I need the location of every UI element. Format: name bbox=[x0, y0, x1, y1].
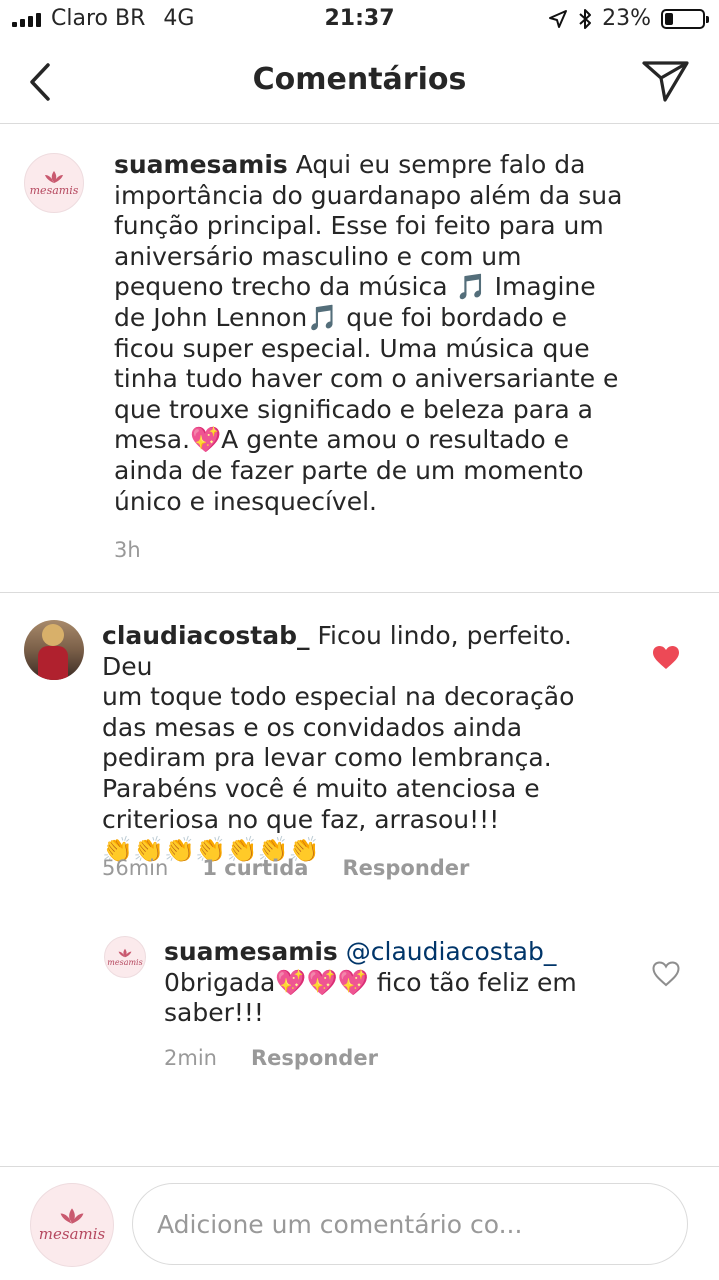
comment-username[interactable]: claudiacostab_ bbox=[102, 621, 309, 650]
comment-time: 3h bbox=[114, 538, 141, 562]
send-button[interactable] bbox=[641, 58, 691, 104]
comment-line: pequeno trecho da música 🎵 Imagine bbox=[114, 272, 596, 302]
comment-line: Aqui eu sempre falo da bbox=[295, 150, 586, 179]
lotus-logo-icon bbox=[118, 948, 132, 957]
avatar-photo-hair bbox=[42, 624, 64, 646]
divider bbox=[0, 592, 719, 593]
comment-meta: 56min 1 curtida Responder bbox=[102, 856, 469, 880]
reply-button[interactable]: Responder bbox=[251, 1046, 378, 1070]
comment-line: Parabéns você é muito atenciosa e bbox=[102, 773, 540, 803]
avatar[interactable]: mesamis bbox=[104, 936, 146, 978]
lotus-logo-icon bbox=[60, 1208, 84, 1224]
comment-line: ficou super especial. Uma música que bbox=[114, 333, 590, 363]
like-button[interactable] bbox=[652, 961, 680, 987]
comment-line: tinha tudo haver com o aniversariante e bbox=[114, 364, 619, 394]
comment-line: aniversário masculino e com um bbox=[114, 241, 522, 271]
comment-username[interactable]: suamesamis bbox=[164, 937, 338, 966]
avatar-logo-text: mesamis bbox=[38, 1225, 106, 1243]
comment-line: mesa.💖A gente amou o resultado e bbox=[114, 425, 569, 455]
battery-level bbox=[665, 12, 673, 25]
heart-filled-icon bbox=[653, 646, 679, 669]
battery-percent: 23% bbox=[602, 6, 651, 31]
avatar: mesamis bbox=[30, 1183, 114, 1267]
paper-plane-icon bbox=[642, 61, 689, 102]
comment-composer: mesamis Adicione um comentário co... bbox=[0, 1166, 719, 1280]
comment-meta: 3h bbox=[114, 538, 141, 562]
comment-input-placeholder: Adicione um comentário co... bbox=[157, 1209, 523, 1239]
bluetooth-icon bbox=[579, 8, 592, 29]
comment-username[interactable]: suamesamis bbox=[114, 150, 288, 179]
comment-line: pediram pra levar como lembrança. bbox=[102, 743, 552, 773]
avatar-logo-text: mesamis bbox=[107, 957, 143, 967]
comment-time: 2min bbox=[164, 1046, 217, 1070]
location-arrow-icon bbox=[549, 9, 568, 28]
likes-count-link[interactable]: 1 curtida bbox=[202, 856, 308, 880]
comment-line: único e inesquecível. bbox=[114, 486, 378, 516]
avatar[interactable] bbox=[24, 620, 84, 680]
mention-link[interactable]: @claudiacostab_ bbox=[346, 937, 557, 966]
comment-line: importância do guardanapo além da sua bbox=[114, 180, 623, 210]
avatar[interactable]: mesamis bbox=[24, 153, 84, 213]
comment-meta: 2min Responder bbox=[164, 1046, 378, 1070]
avatar-logo-text: mesamis bbox=[29, 183, 79, 197]
status-bar: Claro BR 4G 21:37 23% bbox=[0, 0, 719, 40]
lotus-logo-icon bbox=[45, 170, 63, 183]
comment-input[interactable]: Adicione um comentário co... bbox=[132, 1183, 688, 1265]
status-right: 23% bbox=[548, 6, 709, 31]
comment-line: um toque todo especial na decoração bbox=[102, 682, 575, 712]
nav-bar: Comentários bbox=[0, 40, 719, 124]
battery-icon bbox=[661, 8, 709, 29]
comment-line: ainda de fazer parte de um momento bbox=[114, 455, 584, 485]
avatar-photo-dress bbox=[38, 646, 68, 680]
comment-line: saber!!! bbox=[164, 998, 264, 1028]
comment-line: das mesas e os convidados ainda bbox=[102, 712, 523, 742]
comment-line: que trouxe significado e beleza para a bbox=[114, 394, 593, 424]
comment-body: suamesamis @claudiacostab_ 0brigada💖💖💖 f… bbox=[164, 937, 624, 1029]
comment-time: 56min bbox=[102, 856, 169, 880]
comment-line: função principal. Esse foi feito para um bbox=[114, 211, 604, 241]
reply-button[interactable]: Responder bbox=[342, 856, 469, 880]
heart-outline-icon bbox=[652, 961, 680, 987]
comment-body: claudiacostab_ Ficou lindo, perfeito. De… bbox=[102, 621, 622, 866]
like-button[interactable] bbox=[652, 645, 680, 671]
comment-line: criteriosa no que faz, arrasou!!! bbox=[102, 804, 500, 834]
page-title: Comentários bbox=[252, 62, 467, 97]
comment-line: 0brigada💖💖💖 fico tão feliz em bbox=[164, 967, 577, 997]
comment-body: suamesamis Aqui eu sempre falo da import… bbox=[114, 150, 674, 517]
comment-line: de John Lennon🎵 que foi bordado e bbox=[114, 302, 567, 332]
